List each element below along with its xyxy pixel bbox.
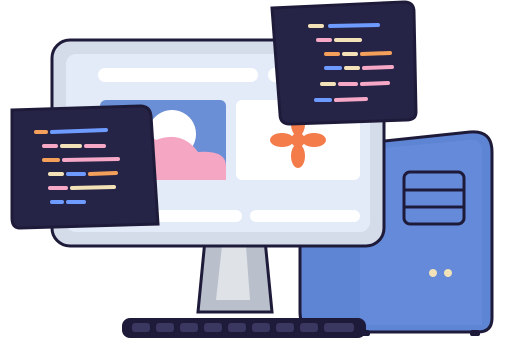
monitor-stand bbox=[196, 238, 274, 314]
code-window-icon bbox=[270, 0, 418, 126]
illustration bbox=[0, 0, 509, 349]
keyboard-icon bbox=[122, 318, 366, 338]
code-window-icon bbox=[10, 104, 160, 230]
